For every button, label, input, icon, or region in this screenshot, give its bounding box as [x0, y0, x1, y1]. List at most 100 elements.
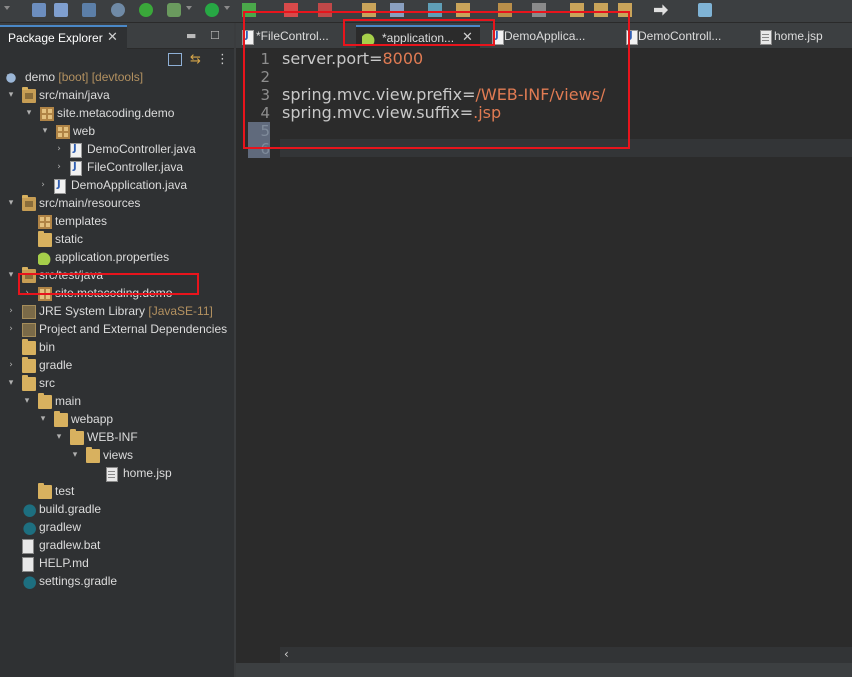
chevron-right-icon[interactable]: ›: [38, 180, 48, 190]
tree-item[interactable]: › DemoApplication.java: [0, 177, 234, 195]
folder-icon: [70, 429, 84, 445]
tree-item[interactable]: ▾ site.metacoding.demo: [0, 105, 234, 123]
tree-item-decoration: [JavaSE-11]: [145, 304, 213, 318]
tree-item-label: FileController.java: [87, 160, 184, 174]
tree-item[interactable]: › gradle: [0, 357, 234, 375]
debug-dropdown-icon[interactable]: [186, 6, 192, 10]
folder-icon: [38, 231, 52, 247]
project-icon: [4, 71, 18, 85]
forward-icon[interactable]: [654, 4, 668, 16]
source-folder-icon: [22, 87, 36, 103]
chevron-right-icon[interactable]: ›: [54, 144, 64, 154]
menu-dropdown-icon[interactable]: [4, 6, 10, 10]
chevron-down-icon[interactable]: ▾: [70, 450, 80, 460]
tree-item-label: WEB-INF: [87, 430, 138, 444]
tree-item-label: application.properties: [55, 250, 170, 264]
tree-item[interactable]: test: [0, 483, 234, 501]
bottom-panel-strip: [236, 663, 852, 677]
library-icon: [22, 323, 36, 337]
tree-item[interactable]: templates: [0, 213, 234, 231]
tree-item[interactable]: ▾ src/main/java: [0, 87, 234, 105]
tree-item-label: webapp: [71, 412, 114, 426]
tab-label: DemoControll...: [638, 29, 722, 43]
tree-item[interactable]: build.gradle: [0, 501, 234, 519]
skip-breakpoints-icon[interactable]: [111, 3, 125, 17]
tree-item[interactable]: ▾ src/main/resources: [0, 195, 234, 213]
tree-item[interactable]: ▾ WEB-INF: [0, 429, 234, 447]
tree-item-label: home.jsp: [123, 466, 172, 480]
minimize-icon[interactable]: ▬: [186, 29, 196, 42]
view-menu-icon[interactable]: ⋮: [216, 52, 229, 67]
markdown-file-icon: [22, 557, 34, 572]
run-icon[interactable]: [205, 3, 219, 17]
chevron-down-icon[interactable]: ▾: [22, 396, 32, 406]
scroll-left-icon[interactable]: ‹: [284, 647, 289, 661]
tree-item[interactable]: ▾demo [boot] [devtools]: [0, 69, 234, 87]
tree-item-label: views: [103, 448, 134, 462]
tree-item[interactable]: ▾ web: [0, 123, 234, 141]
tree-item[interactable]: ▾ webapp: [0, 411, 234, 429]
tree-item-label: test: [55, 484, 75, 498]
tree-item[interactable]: › JRE System Library [JavaSE-11]: [0, 303, 234, 321]
package-icon: [56, 125, 70, 139]
link-with-editor-icon[interactable]: ⇆: [190, 52, 201, 67]
tree-item[interactable]: application.properties: [0, 249, 234, 267]
tree-item[interactable]: ▾ views: [0, 447, 234, 465]
tree-item[interactable]: static: [0, 231, 234, 249]
debug-icon[interactable]: [167, 3, 181, 17]
highlight-box-application-properties: [18, 273, 199, 295]
horizontal-scrollbar[interactable]: ‹: [280, 647, 852, 663]
chevron-down-icon[interactable]: ▾: [6, 90, 16, 100]
tree-item[interactable]: HELP.md: [0, 555, 234, 573]
tree-item[interactable]: bin: [0, 339, 234, 357]
package-icon: [40, 107, 54, 121]
terminal-icon[interactable]: [82, 3, 96, 17]
gradle-icon: [22, 575, 36, 589]
chevron-down-icon[interactable]: ▾: [24, 108, 34, 118]
tree-item[interactable]: gradlew: [0, 519, 234, 537]
tree-item-label: gradlew: [39, 520, 82, 534]
package-icon: [38, 215, 52, 229]
chevron-right-icon[interactable]: ›: [6, 324, 16, 334]
java-file-icon: [70, 161, 82, 176]
chevron-down-icon[interactable]: ▾: [6, 198, 16, 208]
tab-package-explorer-label: Package Explorer: [8, 31, 103, 45]
tab-home-jsp[interactable]: home.jsp: [754, 25, 850, 48]
chevron-right-icon[interactable]: ›: [6, 360, 16, 370]
tree-item[interactable]: › DemoController.java: [0, 141, 234, 159]
chevron-down-icon[interactable]: ▾: [6, 270, 16, 280]
tree-item-label: HELP.md: [39, 556, 89, 570]
chevron-down-icon[interactable]: ▾: [38, 414, 48, 424]
folder-icon: [54, 411, 68, 427]
tree-item[interactable]: ▾ main: [0, 393, 234, 411]
folder-icon: [22, 339, 36, 355]
chevron-down-icon[interactable]: ▾: [54, 432, 64, 442]
save-icon[interactable]: [32, 3, 46, 17]
folder-icon: [22, 357, 36, 373]
tree-item[interactable]: › FileController.java: [0, 159, 234, 177]
chevron-right-icon[interactable]: ›: [6, 306, 16, 316]
gradle-icon: [22, 521, 36, 535]
tree-item-label: src: [39, 376, 55, 390]
tree-item-label: gradlew.bat: [39, 538, 101, 552]
collapse-all-icon[interactable]: [168, 53, 182, 66]
tree-item[interactable]: home.jsp: [0, 465, 234, 483]
chevron-down-icon[interactable]: ▾: [6, 378, 16, 388]
close-icon[interactable]: ✕: [107, 30, 118, 45]
folder-icon: [86, 447, 100, 463]
tree-item[interactable]: ▾ src: [0, 375, 234, 393]
tree-item-label: Project and External Dependencies: [39, 322, 228, 336]
spring-boot-icon[interactable]: [139, 3, 153, 17]
open-perspective-icon[interactable]: [698, 3, 712, 17]
tree-item[interactable]: settings.gradle: [0, 573, 234, 591]
run-dropdown-icon[interactable]: [224, 6, 230, 10]
chevron-right-icon[interactable]: ›: [54, 162, 64, 172]
tab-package-explorer[interactable]: Package Explorer ✕: [0, 25, 127, 50]
maximize-icon[interactable]: ☐: [210, 29, 220, 42]
tree-item-label: demo [boot] [devtools]: [25, 70, 144, 84]
chevron-down-icon[interactable]: ▾: [40, 126, 50, 136]
tree-item[interactable]: › Project and External Dependencies: [0, 321, 234, 339]
tab-demo-controller[interactable]: DemoControll...: [620, 25, 740, 48]
save-all-icon[interactable]: [54, 3, 68, 17]
tree-item[interactable]: gradlew.bat: [0, 537, 234, 555]
